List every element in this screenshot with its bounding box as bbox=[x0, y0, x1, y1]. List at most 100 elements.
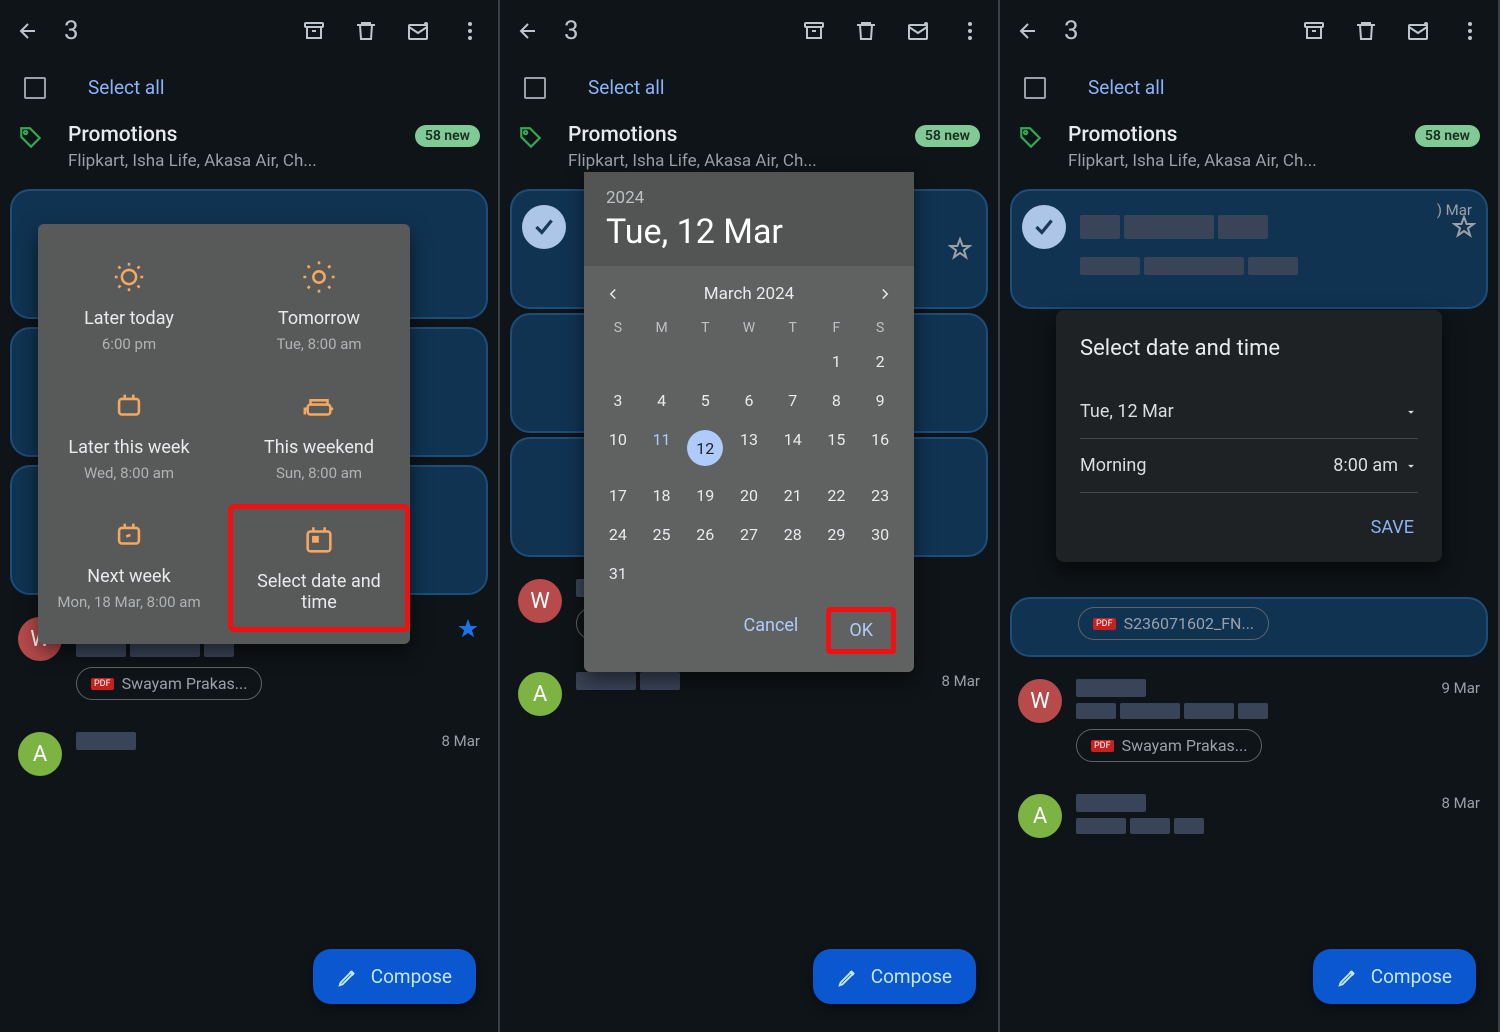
more-icon[interactable] bbox=[958, 19, 982, 43]
promotions-row[interactable]: Promotions Flipkart, Isha Life, Akasa Ai… bbox=[0, 113, 498, 185]
snooze-tomorrow[interactable]: Tomorrow Tue, 8:00 am bbox=[228, 246, 410, 367]
calendar-day[interactable]: 31 bbox=[596, 554, 640, 593]
calendar-day[interactable]: 10 bbox=[596, 420, 640, 476]
calendar-cancel-button[interactable]: Cancel bbox=[726, 607, 817, 654]
delete-icon[interactable] bbox=[1354, 19, 1378, 43]
snooze-next-week[interactable]: Next week Mon, 18 Mar, 8:00 am bbox=[38, 504, 220, 632]
calendar-day[interactable]: 23 bbox=[858, 476, 902, 515]
selected-check-icon[interactable] bbox=[522, 205, 566, 249]
calendar-day bbox=[640, 342, 684, 381]
calendar-day[interactable]: 12 bbox=[683, 420, 727, 476]
snooze-later-week[interactable]: Later this week Wed, 8:00 am bbox=[38, 375, 220, 496]
promotions-row[interactable]: Promotions Flipkart, Isha Life, Akasa Ai… bbox=[1000, 113, 1498, 185]
calendar-day bbox=[640, 554, 684, 593]
calendar-day[interactable]: 7 bbox=[771, 381, 815, 420]
select-all-row[interactable]: Select all bbox=[500, 62, 998, 113]
calendar-day[interactable]: 9 bbox=[858, 381, 902, 420]
promotions-badge: 58 new bbox=[415, 125, 480, 147]
calendar-day[interactable]: 5 bbox=[683, 381, 727, 420]
archive-icon[interactable] bbox=[302, 19, 326, 43]
calendar-day bbox=[727, 554, 771, 593]
email-date: 8 Mar bbox=[442, 732, 481, 776]
calendar-day[interactable]: 22 bbox=[815, 476, 859, 515]
calendar-day[interactable]: 16 bbox=[858, 420, 902, 476]
select-all-row[interactable]: Select all bbox=[1000, 62, 1498, 113]
archive-icon[interactable] bbox=[1302, 19, 1326, 43]
tag-icon bbox=[18, 125, 44, 151]
compose-button[interactable]: Compose bbox=[313, 949, 476, 1004]
calendar-day[interactable]: 15 bbox=[815, 420, 859, 476]
calendar-day[interactable]: 3 bbox=[596, 381, 640, 420]
next-month-icon[interactable] bbox=[876, 285, 894, 303]
delete-icon[interactable] bbox=[854, 19, 878, 43]
select-all-label: Select all bbox=[1088, 76, 1165, 99]
calendar-day[interactable]: 2 bbox=[858, 342, 902, 381]
calendar-grid: SMTWTFS 12345678910111213141516171819202… bbox=[584, 314, 914, 593]
more-icon[interactable] bbox=[1458, 19, 1482, 43]
calendar-day[interactable]: 19 bbox=[683, 476, 727, 515]
back-icon[interactable] bbox=[516, 19, 540, 43]
select-all-row[interactable]: Select all bbox=[0, 62, 498, 113]
calendar-day bbox=[683, 554, 727, 593]
calendar-day[interactable]: 11 bbox=[640, 420, 684, 476]
calendar-day[interactable]: 21 bbox=[771, 476, 815, 515]
snooze-weekend[interactable]: This weekend Sun, 8:00 am bbox=[228, 375, 410, 496]
calendar-day[interactable]: 18 bbox=[640, 476, 684, 515]
mark-unread-icon[interactable] bbox=[406, 19, 430, 43]
calendar-day[interactable]: 14 bbox=[771, 420, 815, 476]
select-all-checkbox[interactable] bbox=[524, 77, 546, 99]
email-card-attach[interactable]: PDFS236071602_FN... bbox=[1010, 597, 1488, 657]
compose-button[interactable]: Compose bbox=[813, 949, 976, 1004]
calendar-month-label[interactable]: March 2024 bbox=[704, 284, 794, 304]
calendar-day[interactable]: 8 bbox=[815, 381, 859, 420]
snooze-select-datetime[interactable]: Select date and time bbox=[228, 504, 410, 632]
archive-icon[interactable] bbox=[802, 19, 826, 43]
more-icon[interactable] bbox=[458, 19, 482, 43]
back-icon[interactable] bbox=[1016, 19, 1040, 43]
compose-button[interactable]: Compose bbox=[1313, 949, 1476, 1004]
calendar-day[interactable]: 1 bbox=[815, 342, 859, 381]
sdt-date-field[interactable]: Tue, 12 Mar bbox=[1080, 385, 1418, 439]
tag-icon bbox=[1018, 125, 1044, 151]
calendar-day[interactable]: 20 bbox=[727, 476, 771, 515]
calendar-day[interactable]: 28 bbox=[771, 515, 815, 554]
delete-icon[interactable] bbox=[354, 19, 378, 43]
selection-count: 3 bbox=[564, 16, 802, 46]
email-a[interactable]: A 8 Mar bbox=[1000, 784, 1498, 848]
calendar-day bbox=[727, 342, 771, 381]
calendar-day[interactable]: 27 bbox=[727, 515, 771, 554]
calendar-day[interactable]: 26 bbox=[683, 515, 727, 554]
star-icon[interactable] bbox=[456, 617, 480, 641]
mark-unread-icon[interactable] bbox=[1406, 19, 1430, 43]
calendar-year[interactable]: 2024 bbox=[606, 188, 892, 208]
star-icon[interactable] bbox=[948, 237, 972, 261]
back-icon[interactable] bbox=[16, 19, 40, 43]
calendar-day[interactable]: 6 bbox=[727, 381, 771, 420]
calendar-day[interactable]: 17 bbox=[596, 476, 640, 515]
calendar-day[interactable]: 25 bbox=[640, 515, 684, 554]
sdt-time-field[interactable]: Morning 8:00 am bbox=[1080, 439, 1418, 493]
prev-month-icon[interactable] bbox=[604, 285, 622, 303]
calendar-day[interactable]: 29 bbox=[815, 515, 859, 554]
calendar-ok-button[interactable]: OK bbox=[826, 607, 896, 654]
calendar-day[interactable]: 4 bbox=[640, 381, 684, 420]
calendar-day[interactable]: 30 bbox=[858, 515, 902, 554]
select-all-label: Select all bbox=[588, 76, 665, 99]
calendar-day bbox=[815, 554, 859, 593]
sdt-save-button[interactable]: SAVE bbox=[1367, 511, 1418, 544]
email-w[interactable]: W PDFSwayam Prakas... 9 Mar bbox=[1000, 669, 1498, 772]
select-all-checkbox[interactable] bbox=[1024, 77, 1046, 99]
calendar-day[interactable]: 24 bbox=[596, 515, 640, 554]
attachment-chip: PDFSwayam Prakas... bbox=[1076, 729, 1262, 762]
select-all-checkbox[interactable] bbox=[24, 77, 46, 99]
email-date: 8 Mar bbox=[1442, 794, 1481, 838]
avatar-a: A bbox=[18, 732, 62, 776]
email-date: 9 Mar bbox=[1442, 679, 1481, 762]
mark-unread-icon[interactable] bbox=[906, 19, 930, 43]
selected-check-icon[interactable] bbox=[1022, 205, 1066, 249]
email-card-1[interactable]: ) Mar bbox=[1010, 189, 1488, 309]
snooze-later-today[interactable]: Later today 6:00 pm bbox=[38, 246, 220, 367]
avatar-w: W bbox=[518, 579, 562, 623]
calendar-day[interactable]: 13 bbox=[727, 420, 771, 476]
email-a[interactable]: A 8 Mar bbox=[0, 722, 498, 786]
